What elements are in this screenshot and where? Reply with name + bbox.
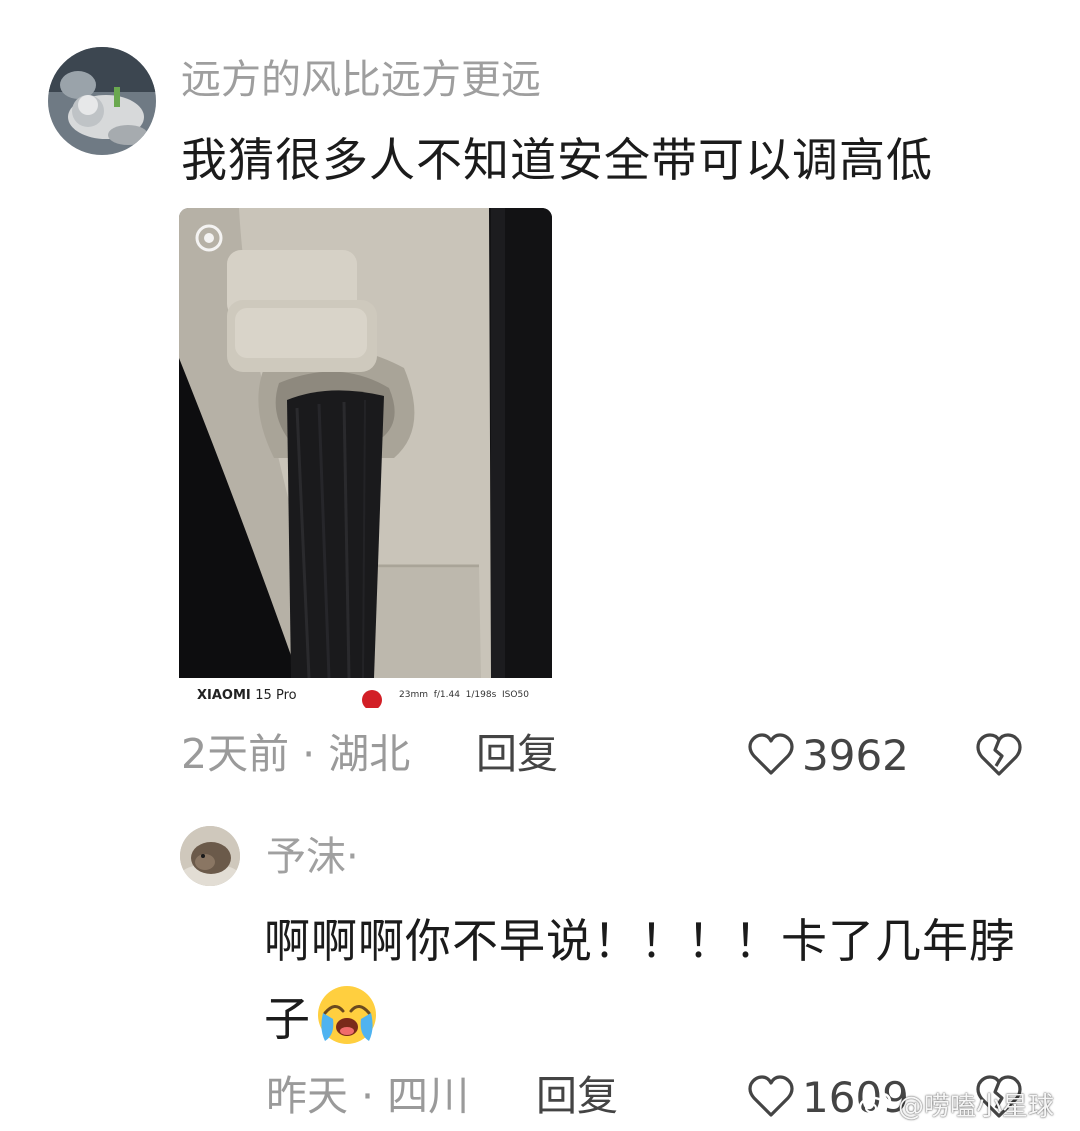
broken-heart-icon	[976, 733, 1022, 776]
reply-button[interactable]: 回复	[536, 1066, 618, 1126]
dislike-button[interactable]	[974, 730, 1024, 780]
reply-button[interactable]: 回复	[476, 724, 558, 784]
comment-location: 四川	[387, 1072, 470, 1120]
comment-time: 2天前	[181, 730, 290, 778]
comment-meta: 昨天 · 四川	[266, 1066, 469, 1126]
comment-text: 我猜很多人不知道安全带可以调高低	[181, 133, 933, 187]
comment-time: 昨天	[266, 1072, 348, 1120]
avatar-reply[interactable]	[180, 826, 240, 886]
watermark-text: @唠嗑小星球	[898, 1091, 1055, 1122]
username[interactable]: 远方的风比远方更远	[181, 52, 541, 108]
avatar-image	[48, 47, 156, 155]
photo-camera-brand: XIAOMI 15 Pro	[197, 688, 297, 703]
meta-separator: ·	[302, 730, 316, 778]
photo-exif: 23mm f/1.44 1/198s ISO50	[399, 690, 529, 700]
crying-laughing-emoji-icon	[315, 983, 379, 1047]
comment-text: 啊啊啊你不早说！！！！卡了几年脖子	[264, 914, 1016, 1047]
weibo-logo-icon	[858, 1092, 892, 1118]
like-count: 3962	[802, 730, 909, 780]
comment-photo[interactable]: XIAOMI 15 Pro 23mm f/1.44 1/198s ISO50	[179, 208, 552, 708]
weibo-watermark: @唠嗑小星球	[858, 1084, 1054, 1124]
comment-location: 湖北	[328, 730, 411, 778]
like-button[interactable]: 3962	[748, 728, 909, 782]
heart-outline-icon	[748, 733, 794, 775]
meta-separator: ·	[361, 1072, 375, 1120]
heart-outline-icon	[748, 1075, 794, 1117]
comment-meta: 2天前 · 湖北	[181, 724, 410, 784]
avatar-image	[180, 826, 240, 886]
username[interactable]: 予沫·	[266, 829, 359, 885]
avatar-main[interactable]	[48, 47, 156, 155]
